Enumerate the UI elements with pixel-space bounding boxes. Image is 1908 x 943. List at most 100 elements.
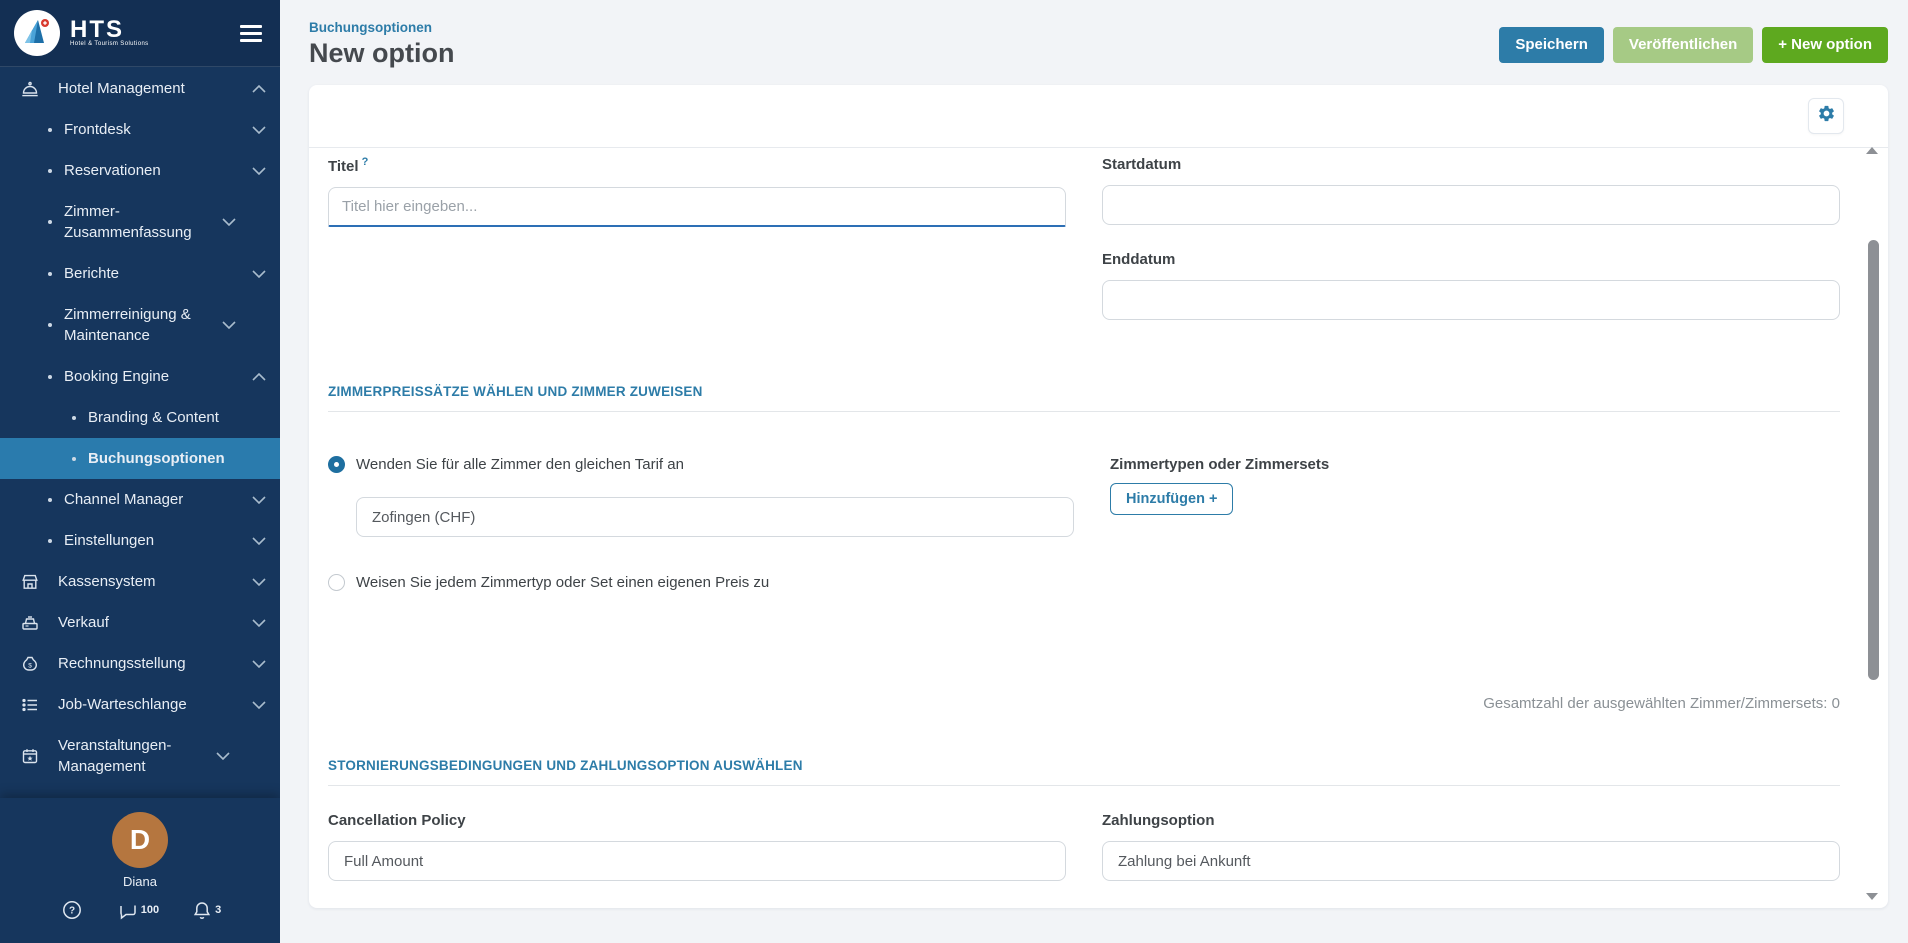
new-option-button[interactable]: + New option (1762, 27, 1888, 63)
logo-row: HTS Hotel & Tourism Solutions (0, 0, 280, 67)
gear-icon (1817, 104, 1836, 128)
scrollbar-up-arrow[interactable] (1866, 147, 1878, 154)
money-bag-icon: $ (20, 654, 42, 674)
sidebar-item-verkauf[interactable]: Verkauf (0, 602, 280, 643)
settings-button[interactable] (1808, 98, 1844, 134)
cancellation-select[interactable]: Full Amount (328, 841, 1066, 881)
rate-select[interactable]: Zofingen (CHF) (356, 497, 1074, 537)
bell-icon[interactable]: 3 (191, 899, 219, 926)
page-header: Buchungsoptionen New option Speichern Ve… (309, 0, 1888, 85)
footer-icons: ? 100 3 (61, 899, 219, 926)
cancellation-group: Cancellation Policy Full Amount (328, 812, 1066, 881)
chevron-down-icon (252, 578, 266, 586)
chevron-down-icon (216, 752, 230, 760)
help-tooltip-icon[interactable]: ? (362, 156, 369, 168)
bullet-icon (48, 323, 52, 327)
scrollbar-down-arrow[interactable] (1866, 893, 1878, 900)
radio-unselected-icon[interactable] (328, 574, 345, 591)
chevron-down-icon (252, 126, 266, 134)
total-selected-text: Gesamtzahl der ausgewählten Zimmer/Zimme… (328, 695, 1840, 712)
list-icon (20, 695, 42, 715)
sidebar-item-booking-engine[interactable]: Booking Engine (0, 356, 280, 397)
payment-label: Zahlungsoption (1102, 812, 1840, 829)
cash-register-icon (20, 613, 42, 633)
chevron-down-icon (252, 270, 266, 278)
chevron-down-icon (252, 167, 266, 175)
rooms-grid: Wenden Sie für alle Zimmer den gleichen … (328, 456, 1840, 591)
chevron-up-icon (252, 373, 266, 381)
startdatum-input[interactable] (1102, 185, 1840, 225)
enddatum-label: Enddatum (1102, 251, 1840, 268)
save-button[interactable]: Speichern (1499, 27, 1604, 63)
sidebar-item-einstellungen[interactable]: Einstellungen (0, 520, 280, 561)
titel-field-group: Titel? (328, 156, 1066, 320)
titel-label: Titel? (328, 156, 1066, 175)
sidebar-item-frontdesk[interactable]: Frontdesk (0, 109, 280, 150)
svg-text:$: $ (28, 662, 32, 669)
sidebar-item-kalender[interactable]: Kalender (0, 787, 280, 798)
section-rooms-heading: ZIMMERPREISSÄTZE WÄHLEN UND ZIMMER ZUWEI… (328, 384, 1840, 412)
app-root: HTS Hotel & Tourism Solutions Hotel Mana… (0, 0, 1908, 943)
title-block: Buchungsoptionen New option (309, 20, 454, 69)
sidebar-item-berichte[interactable]: Berichte (0, 253, 280, 294)
chat-icon[interactable]: 100 (117, 899, 157, 926)
radio-same-rate[interactable]: Wenden Sie für alle Zimmer den gleichen … (328, 456, 1074, 473)
rate-options-group: Wenden Sie für alle Zimmer den gleichen … (328, 456, 1074, 591)
roomtypes-label: Zimmertypen oder Zimmersets (1110, 456, 1840, 473)
avatar[interactable]: D (112, 812, 168, 868)
sidebar-item-job-warteschlange[interactable]: Job-Warteschlange (0, 684, 280, 725)
hamburger-menu-icon[interactable] (240, 25, 262, 42)
form-card: Titel? Startdatum Enddatum ZIMMERPREISSÄ… (309, 85, 1888, 908)
enddatum-input[interactable] (1102, 280, 1840, 320)
bell-badge: 3 (215, 904, 221, 916)
bullet-icon (72, 416, 76, 420)
chevron-down-icon (252, 619, 266, 627)
chevron-down-icon (222, 218, 236, 226)
chevron-down-icon (252, 496, 266, 504)
sidebar-item-veranstaltungen-management[interactable]: Veranstaltungen-Management (0, 725, 280, 787)
bullet-icon (48, 498, 52, 502)
chevron-down-icon (252, 660, 266, 668)
sidebar-item-rechnungsstellung[interactable]: $ Rechnungsstellung (0, 643, 280, 684)
sidebar-item-branding-content[interactable]: Branding & Content (0, 397, 280, 438)
sidebar-item-zimmer-zusammenfassung[interactable]: Zimmer-Zusammenfassung (0, 191, 280, 253)
startdatum-label: Startdatum (1102, 156, 1840, 173)
help-icon[interactable]: ? (61, 899, 83, 926)
roomtypes-group: Zimmertypen oder Zimmersets Hinzufügen + (1110, 456, 1840, 591)
cancellation-label: Cancellation Policy (328, 812, 1066, 829)
chevron-down-icon (252, 701, 266, 709)
publish-button[interactable]: Veröffentlichen (1613, 27, 1753, 63)
sidebar-item-channel-manager[interactable]: Channel Manager (0, 479, 280, 520)
sidebar-item-reservationen[interactable]: Reservationen (0, 150, 280, 191)
bullet-icon (48, 169, 52, 173)
page-title: New option (309, 38, 454, 69)
hts-logo-mark (20, 16, 54, 50)
sidebar-item-buchungsoptionen[interactable]: Buchungsoptionen (0, 438, 280, 479)
brand-name: HTS (70, 19, 149, 41)
scrollbar-thumb[interactable] (1868, 240, 1879, 680)
add-roomtype-button[interactable]: Hinzufügen + (1110, 483, 1233, 515)
sidebar-item-hotel-management[interactable]: Hotel Management (0, 68, 280, 109)
sidebar: HTS Hotel & Tourism Solutions Hotel Mana… (0, 0, 280, 943)
svg-text:?: ? (69, 906, 75, 917)
titel-input[interactable] (328, 187, 1066, 227)
bullet-icon (48, 220, 52, 224)
date-fields-group: Startdatum Enddatum (1102, 156, 1840, 320)
bullet-icon (48, 375, 52, 379)
sidebar-item-zimmerreinigung-maintenance[interactable]: Zimmerreinigung & Maintenance (0, 294, 280, 356)
sidebar-item-kassensystem[interactable]: Kassensystem (0, 561, 280, 602)
bullet-icon (48, 539, 52, 543)
radio-selected-icon[interactable] (328, 456, 345, 473)
hts-logo[interactable] (14, 10, 60, 56)
header-buttons: Speichern Veröffentlichen + New option (1499, 27, 1888, 63)
form-scroll-area: Titel? Startdatum Enddatum ZIMMERPREISSÄ… (309, 148, 1888, 892)
payment-select[interactable]: Zahlung bei Ankunft (1102, 841, 1840, 881)
breadcrumb[interactable]: Buchungsoptionen (309, 20, 454, 35)
policy-grid: Cancellation Policy Full Amount Zahlungs… (328, 812, 1840, 881)
calendar-star-icon (20, 746, 42, 766)
chevron-down-icon (222, 321, 236, 329)
user-name: Diana (123, 874, 157, 889)
cloche-icon (20, 79, 42, 99)
radio-own-rate[interactable]: Weisen Sie jedem Zimmertyp oder Set eine… (328, 574, 1074, 591)
sidebar-nav: Hotel Management Frontdesk Reservationen… (0, 68, 280, 798)
